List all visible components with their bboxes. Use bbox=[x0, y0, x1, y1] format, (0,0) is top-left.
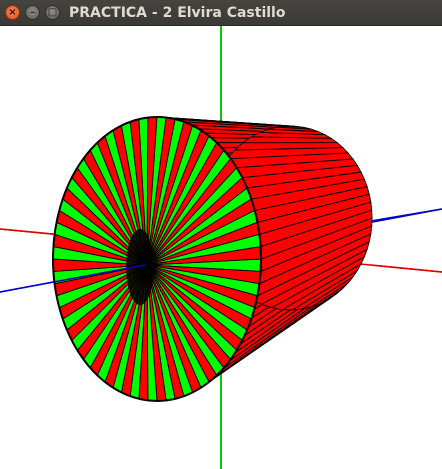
app-window: × – □ PRACTICA - 2 Elvira Castillo bbox=[0, 0, 442, 469]
close-icon: × bbox=[8, 7, 17, 18]
maximize-icon: □ bbox=[47, 7, 58, 18]
close-window-button[interactable]: × bbox=[5, 5, 20, 20]
opengl-viewport[interactable] bbox=[0, 26, 442, 469]
minimize-window-button[interactable]: – bbox=[25, 5, 40, 20]
scene-canvas bbox=[0, 26, 442, 469]
x-axis-far-segment bbox=[370, 264, 442, 273]
cylinder-front-cap bbox=[52, 116, 262, 402]
maximize-window-button[interactable]: □ bbox=[45, 5, 60, 20]
z-axis-far-segment bbox=[370, 208, 442, 222]
x-axis-front-segment bbox=[0, 228, 54, 235]
title-bar[interactable]: × – □ PRACTICA - 2 Elvira Castillo bbox=[0, 0, 442, 26]
window-title: PRACTICA - 2 Elvira Castillo bbox=[69, 5, 286, 21]
minimize-icon: – bbox=[30, 7, 35, 18]
